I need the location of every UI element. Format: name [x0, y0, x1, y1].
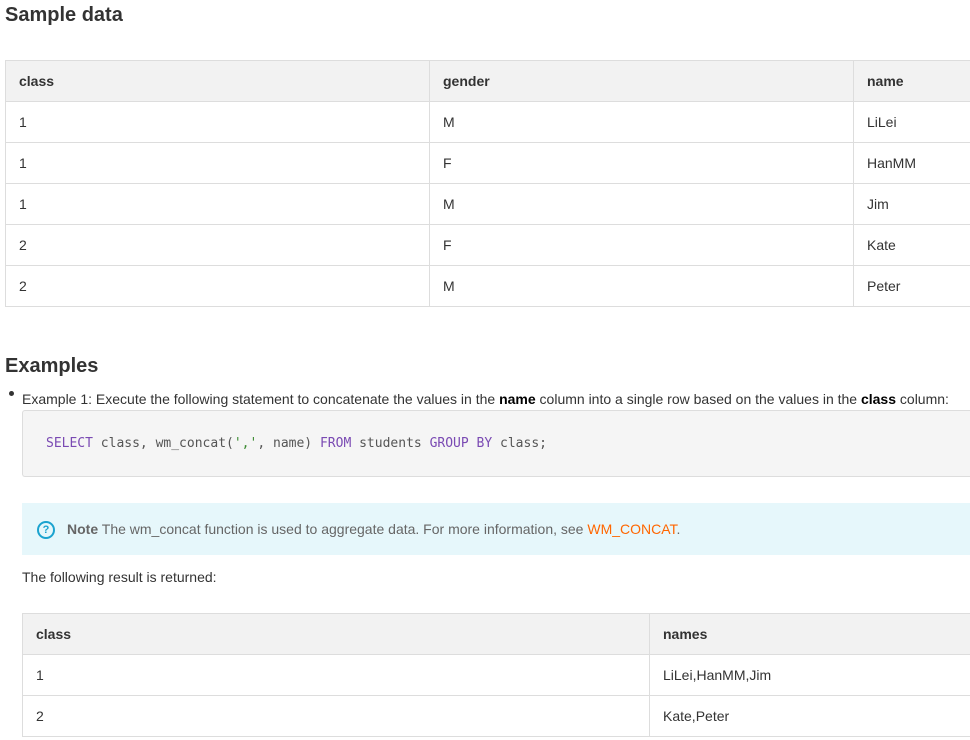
- cell-gender: M: [429, 183, 854, 225]
- cell-class: 1: [5, 183, 430, 225]
- result-table: class names 1 LiLei,HanMM,Jim 2 Kate,Pet…: [22, 613, 970, 737]
- examples-heading: Examples: [5, 355, 99, 377]
- sample-data-table: class gender name 1 M LiLei 1 F HanMM 1 …: [5, 60, 970, 307]
- column-header-class: class: [5, 60, 430, 102]
- cell-name: Kate: [853, 224, 970, 266]
- cell-class: 2: [5, 224, 430, 266]
- cell-gender: F: [429, 224, 854, 266]
- table-row: 1 F HanMM: [5, 142, 970, 184]
- cell-class: 1: [5, 142, 430, 184]
- cell-class: 1: [5, 101, 430, 143]
- cell-names: Kate,Peter: [649, 695, 970, 737]
- list-bullet: [9, 391, 14, 396]
- table-row: 2 Kate,Peter: [22, 695, 970, 737]
- column-header-gender: gender: [429, 60, 854, 102]
- cell-name: Peter: [853, 265, 970, 307]
- example-1-description: Example 1: Execute the following stateme…: [22, 391, 949, 407]
- column-header-name: name: [853, 60, 970, 102]
- table-row: 1 M Jim: [5, 183, 970, 225]
- sql-code-block[interactable]: SELECT class, wm_concat(',', name) FROM …: [22, 410, 970, 477]
- cell-name: Jim: [853, 183, 970, 225]
- cell-gender: F: [429, 142, 854, 184]
- table-header-row: class gender name: [5, 60, 970, 102]
- cell-class: 2: [5, 265, 430, 307]
- question-circle-icon: ?: [37, 521, 55, 539]
- sample-data-heading: Sample data: [5, 4, 123, 26]
- table-header-row: class names: [22, 613, 970, 655]
- wm-concat-link[interactable]: WM_CONCAT: [587, 521, 676, 537]
- note-text: Note The wm_concat function is used to a…: [67, 521, 681, 537]
- table-row: 2 M Peter: [5, 265, 970, 307]
- result-intro-text: The following result is returned:: [22, 569, 217, 585]
- column-header-names: names: [649, 613, 970, 655]
- cell-gender: M: [429, 101, 854, 143]
- cell-name: HanMM: [853, 142, 970, 184]
- cell-names: LiLei,HanMM,Jim: [649, 654, 970, 696]
- table-row: 2 F Kate: [5, 224, 970, 266]
- cell-gender: M: [429, 265, 854, 307]
- cell-class: 1: [22, 654, 650, 696]
- table-row: 1 M LiLei: [5, 101, 970, 143]
- cell-class: 2: [22, 695, 650, 737]
- note-box: ? Note The wm_concat function is used to…: [22, 503, 970, 555]
- cell-name: LiLei: [853, 101, 970, 143]
- table-row: 1 LiLei,HanMM,Jim: [22, 654, 970, 696]
- column-header-class: class: [22, 613, 650, 655]
